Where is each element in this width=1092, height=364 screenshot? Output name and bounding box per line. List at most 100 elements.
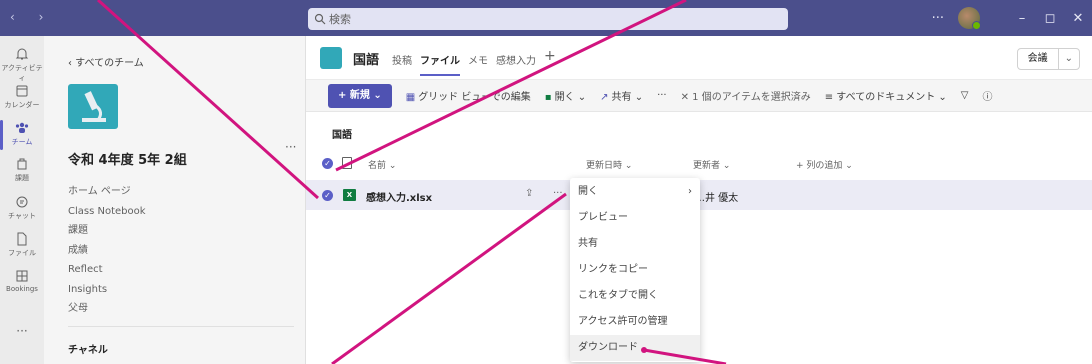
teams-icon bbox=[15, 122, 29, 133]
file-icon bbox=[17, 232, 27, 246]
toolbar-more-button[interactable]: ··· bbox=[657, 90, 667, 101]
menu-item-label: 開く bbox=[578, 186, 598, 197]
maximize-button[interactable]: ◻ bbox=[1036, 11, 1064, 26]
rail-label: Bookings bbox=[6, 285, 38, 293]
rail-chat[interactable]: チャット bbox=[0, 194, 44, 221]
row-more-button[interactable]: ··· bbox=[553, 188, 563, 199]
more-options-button[interactable]: ··· bbox=[932, 11, 944, 26]
menu-item-share[interactable]: 共有 bbox=[570, 231, 700, 257]
nav-arrows[interactable]: ‹ › bbox=[10, 10, 53, 24]
channel-title: 国語 bbox=[353, 53, 380, 68]
tab-notes[interactable]: メモ bbox=[468, 52, 488, 76]
chevron-right-icon: › bbox=[688, 186, 692, 197]
tab-files[interactable]: ファイル bbox=[420, 52, 460, 76]
rail-teams[interactable]: チーム bbox=[0, 120, 44, 150]
menu-item-manage-access[interactable]: アクセス許可の管理 bbox=[570, 309, 700, 335]
view-selector[interactable]: ≡ すべてのドキュメント ⌄ bbox=[825, 88, 947, 103]
rail-label: チャット bbox=[8, 212, 36, 220]
excel-icon: X bbox=[343, 189, 356, 201]
team-name: 令和 4年度 5年 2組 bbox=[68, 153, 187, 168]
share-label: 共有 ⌄ bbox=[611, 92, 644, 103]
rail-calendar[interactable]: カレンダー bbox=[0, 83, 44, 110]
avatar[interactable] bbox=[958, 7, 981, 30]
grid-edit-label: グリッド ビューでの編集 bbox=[418, 92, 531, 103]
team-link-home[interactable]: ホーム ページ bbox=[68, 182, 146, 202]
row-checkbox[interactable]: ✓ bbox=[322, 190, 333, 201]
search-icon bbox=[314, 13, 326, 25]
app-rail: アクティビティ カレンダー チーム 課題 チャット ファイル Bookings … bbox=[0, 36, 44, 364]
rail-files[interactable]: ファイル bbox=[0, 231, 44, 258]
chat-icon bbox=[16, 196, 28, 208]
open-button[interactable]: ▪ 開く ⌄ bbox=[545, 88, 586, 103]
chevron-down-icon[interactable]: ⌄ bbox=[1059, 49, 1079, 69]
team-link-class-notebook[interactable]: Class Notebook bbox=[68, 202, 146, 222]
meet-button[interactable]: 会議 ⌄ bbox=[1016, 48, 1080, 70]
file-name[interactable]: 感想入力.xlsx bbox=[366, 189, 432, 204]
team-more-button[interactable]: ··· bbox=[285, 140, 296, 154]
team-link-insights[interactable]: Insights bbox=[68, 280, 146, 300]
file-list-header: ✓ 名前 ⌄ 更新日時 ⌄ 更新者 ⌄ + 列の追加 ⌄ bbox=[306, 152, 1092, 176]
minimize-button[interactable]: – bbox=[1008, 11, 1036, 26]
selection-count[interactable]: ✕ 1 個のアイテムを選択済み bbox=[681, 88, 811, 103]
share-button[interactable]: ↗ 共有 ⌄ bbox=[600, 88, 643, 103]
channel-icon bbox=[320, 47, 342, 69]
search-placeholder: 検索 bbox=[329, 13, 351, 26]
bookings-icon bbox=[16, 270, 28, 282]
rail-label: チーム bbox=[11, 138, 33, 146]
team-link-parents[interactable]: 父母 bbox=[68, 299, 146, 319]
rail-label: ファイル bbox=[8, 249, 36, 257]
team-links: ホーム ページ Class Notebook 課題 成績 Reflect Ins… bbox=[68, 182, 146, 319]
menu-item-download[interactable]: ダウンロード bbox=[570, 335, 700, 361]
bell-icon bbox=[15, 48, 29, 60]
filter-icon[interactable]: ▽ bbox=[961, 90, 969, 101]
menu-item-open-in-tab[interactable]: これをタブで開く bbox=[570, 283, 700, 309]
info-icon[interactable]: ⓘ bbox=[982, 88, 992, 103]
team-logo bbox=[68, 84, 118, 129]
menu-item-copy-link[interactable]: リンクをコピー bbox=[570, 257, 700, 283]
rail-activity[interactable]: アクティビティ bbox=[0, 46, 44, 83]
column-modified[interactable]: 更新日時 ⌄ bbox=[586, 158, 632, 171]
context-menu: 開く › プレビュー 共有 リンクをコピー これをタブで開く アクセス許可の管理 … bbox=[570, 178, 700, 362]
divider bbox=[68, 326, 294, 327]
channel-header: 国語 投稿 ファイル メモ 感想入力 + 会議 ⌄ bbox=[306, 36, 1092, 80]
excel-icon: ▪ bbox=[544, 92, 552, 103]
rail-label: カレンダー bbox=[4, 101, 40, 109]
rail-assignments[interactable]: 課題 bbox=[0, 156, 44, 183]
new-button[interactable]: + 新規 ⌄ bbox=[328, 83, 392, 108]
more-icon: ··· bbox=[16, 324, 28, 338]
add-tab-button[interactable]: + bbox=[544, 48, 556, 76]
grid-icon: ▦ bbox=[405, 92, 416, 103]
select-all-checkbox[interactable]: ✓ bbox=[322, 158, 333, 169]
assignments-icon bbox=[17, 158, 27, 170]
share-icon: ↗ bbox=[600, 92, 609, 103]
add-column-button[interactable]: + 列の追加 ⌄ bbox=[796, 158, 853, 171]
team-link-reflect[interactable]: Reflect bbox=[68, 260, 146, 280]
open-label: 開く ⌄ bbox=[554, 92, 587, 103]
breadcrumb[interactable]: 国語 bbox=[332, 126, 352, 141]
column-name[interactable]: 名前 ⌄ bbox=[368, 158, 396, 171]
team-link-grades[interactable]: 成績 bbox=[68, 241, 146, 261]
search-input[interactable]: 検索 bbox=[308, 8, 788, 30]
rail-label: アクティビティ bbox=[1, 64, 43, 82]
team-panel: ‹ すべてのチーム 令和 4年度 5年 2組 ··· ホーム ページ Class… bbox=[44, 36, 306, 364]
menu-item-open[interactable]: 開く › bbox=[570, 179, 700, 205]
grid-edit-button[interactable]: ▦ グリッド ビューでの編集 bbox=[406, 88, 531, 103]
back-to-all-teams[interactable]: ‹ すべてのチーム bbox=[68, 54, 144, 69]
menu-item-preview[interactable]: プレビュー bbox=[570, 205, 700, 231]
title-bar: ‹ › 検索 ··· – ◻ ✕ bbox=[0, 0, 1092, 36]
team-link-assignments[interactable]: 課題 bbox=[68, 221, 146, 241]
rail-label: 課題 bbox=[15, 174, 29, 182]
column-modified-by[interactable]: 更新者 ⌄ bbox=[693, 158, 730, 171]
rail-bookings[interactable]: Bookings bbox=[0, 268, 44, 293]
files-toolbar: + 新規 ⌄ ▦ グリッド ビューでの編集 ▪ 開く ⌄ ↗ 共有 ⌄ ··· ✕ 1… bbox=[306, 80, 1092, 112]
share-icon[interactable]: ⇪ bbox=[525, 188, 533, 199]
calendar-icon bbox=[16, 85, 28, 97]
file-type-icon bbox=[342, 157, 352, 169]
tab-feedback[interactable]: 感想入力 bbox=[496, 52, 536, 76]
modified-by: …井 優太 bbox=[695, 193, 739, 204]
close-button[interactable]: ✕ bbox=[1064, 11, 1092, 26]
tab-posts[interactable]: 投稿 bbox=[392, 52, 412, 76]
channel-tabs: 投稿 ファイル メモ 感想入力 + bbox=[392, 48, 556, 76]
rail-more-button[interactable]: ··· bbox=[0, 324, 44, 338]
microscope-icon bbox=[82, 91, 106, 122]
